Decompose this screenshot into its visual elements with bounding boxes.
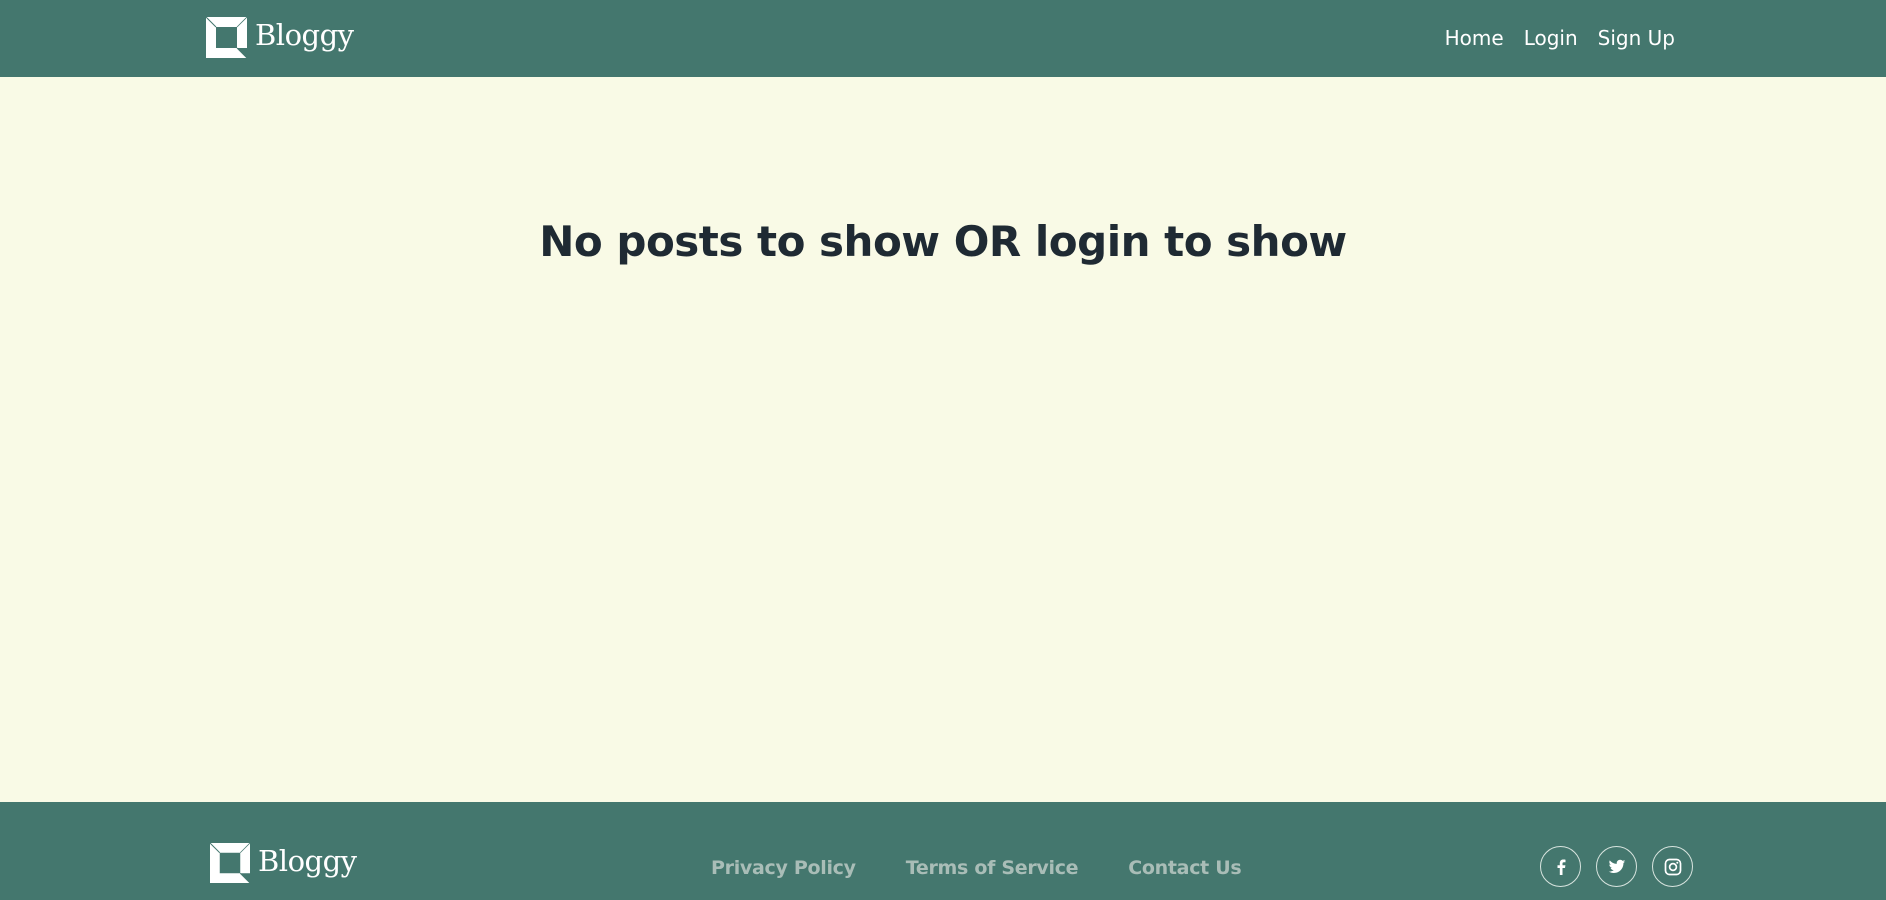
brand-logo-link[interactable]: Bloggy <box>206 16 354 58</box>
footer-privacy-link[interactable]: Privacy Policy <box>711 854 856 882</box>
facebook-button[interactable] <box>1540 846 1581 887</box>
footer-links: Privacy Policy Terms of Service Contact … <box>711 854 1242 882</box>
top-navbar: Bloggy Home Login Sign Up <box>0 0 1886 77</box>
main-nav: Home Login Sign Up <box>1445 22 1675 54</box>
instagram-icon <box>1664 858 1681 875</box>
main-content: No posts to show OR login to show <box>0 77 1886 802</box>
nav-signup-link[interactable]: Sign Up <box>1598 22 1675 54</box>
footer-contact-link[interactable]: Contact Us <box>1128 854 1241 882</box>
empty-state-message: No posts to show OR login to show <box>539 217 1347 266</box>
brand-name: Bloggy <box>255 17 354 52</box>
facebook-icon <box>1557 859 1565 875</box>
footer-terms-link[interactable]: Terms of Service <box>906 854 1079 882</box>
instagram-button[interactable] <box>1652 846 1693 887</box>
brand-logo-icon <box>206 16 247 58</box>
social-links <box>1540 846 1693 887</box>
nav-login-link[interactable]: Login <box>1524 22 1578 54</box>
footer-brand-logo-link[interactable]: Bloggy <box>210 842 357 884</box>
twitter-icon <box>1608 859 1625 873</box>
footer-brand-name: Bloggy <box>258 843 357 878</box>
twitter-button[interactable] <box>1596 846 1637 887</box>
nav-home-link[interactable]: Home <box>1445 22 1504 54</box>
footer-brand-logo-icon <box>210 843 250 883</box>
footer: Bloggy Privacy Policy Terms of Service C… <box>0 802 1886 900</box>
